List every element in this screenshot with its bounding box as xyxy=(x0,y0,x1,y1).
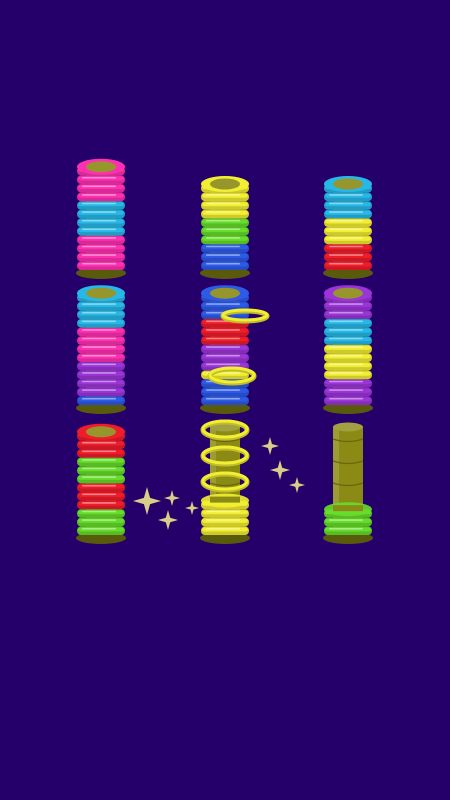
ring-cyan xyxy=(77,319,125,328)
ring-purple xyxy=(77,362,125,371)
ring-green xyxy=(77,517,125,527)
ring-pink xyxy=(77,344,125,354)
ring-blue xyxy=(201,396,249,405)
ring-pink xyxy=(77,175,125,184)
ring-purple xyxy=(324,310,372,319)
peg-top xyxy=(210,178,240,190)
ring-green xyxy=(201,218,249,227)
ring-cyan xyxy=(77,218,125,227)
ring-red xyxy=(77,500,125,510)
peg-top xyxy=(86,161,116,173)
ring-pink xyxy=(77,353,125,362)
ring-cyan xyxy=(77,201,125,210)
ring-yellow xyxy=(324,353,372,362)
ring-red xyxy=(77,492,125,501)
peg-top xyxy=(210,287,240,299)
ring-yellow xyxy=(201,517,249,527)
ring-green xyxy=(77,457,125,467)
ring-purple xyxy=(77,370,125,380)
ring-yellow xyxy=(201,209,249,219)
ring-green xyxy=(201,227,249,236)
ring-yellow xyxy=(201,201,249,210)
ring-pink xyxy=(77,192,125,202)
ring-cyan xyxy=(324,209,372,219)
peg-neck xyxy=(210,496,240,503)
ring-purple xyxy=(77,379,125,388)
peg-5[interactable] xyxy=(200,285,250,414)
ring-yellow xyxy=(324,362,372,371)
ring-red xyxy=(201,327,249,337)
ring-pink xyxy=(77,261,125,270)
peg-top xyxy=(86,426,116,438)
ring-pink xyxy=(77,327,125,337)
ring-red xyxy=(77,449,125,458)
peg-3[interactable] xyxy=(323,176,373,279)
ring-cyan xyxy=(77,301,125,311)
ring-blue xyxy=(201,387,249,397)
peg-top xyxy=(333,178,363,190)
ring-cyan xyxy=(324,327,372,337)
ring-green xyxy=(324,517,372,527)
ring-pink xyxy=(77,336,125,345)
ring-pink xyxy=(77,184,125,193)
ring-purple xyxy=(324,379,372,388)
peg-2[interactable] xyxy=(200,176,250,279)
ring-red xyxy=(324,252,372,262)
ring-pink xyxy=(77,235,125,245)
ring-cyan xyxy=(77,209,125,219)
peg-6[interactable] xyxy=(323,285,373,414)
ring-purple xyxy=(324,396,372,405)
ring-yellow xyxy=(324,218,372,227)
ring-red xyxy=(77,440,125,449)
ring-cyan xyxy=(324,336,372,345)
ring-cyan xyxy=(324,192,372,202)
ring-green xyxy=(77,466,125,475)
ring-green xyxy=(324,526,372,535)
ring-cyan xyxy=(324,201,372,210)
ring-green xyxy=(77,474,125,484)
ring-yellow xyxy=(201,192,249,202)
peg-neck xyxy=(333,505,363,512)
peg-1[interactable] xyxy=(76,158,126,279)
ring-cyan xyxy=(324,319,372,328)
ring-red xyxy=(201,336,249,345)
ring-yellow xyxy=(201,526,249,535)
ring-red xyxy=(77,483,125,492)
ring-pink xyxy=(77,244,125,253)
ring-purple xyxy=(77,387,125,397)
peg-4[interactable] xyxy=(76,285,126,414)
ring-yellow xyxy=(324,235,372,245)
ring-cyan xyxy=(77,310,125,319)
ring-yellow xyxy=(324,227,372,236)
ring-cyan xyxy=(77,227,125,236)
ring-blue xyxy=(201,261,249,270)
peg-7[interactable] xyxy=(76,423,126,544)
ring-purple xyxy=(201,353,249,362)
game-board xyxy=(0,0,450,800)
ring-pink xyxy=(77,252,125,262)
ring-blue xyxy=(201,244,249,253)
ring-green xyxy=(77,509,125,518)
ring-purple xyxy=(324,301,372,311)
peg-top xyxy=(86,287,116,299)
ring-purple xyxy=(201,344,249,354)
ring-yellow xyxy=(324,344,372,354)
ring-yellow xyxy=(201,509,249,518)
ring-purple xyxy=(324,387,372,397)
peg-top xyxy=(333,287,363,299)
ring-red xyxy=(324,244,372,253)
ring-green xyxy=(77,526,125,535)
ring-green xyxy=(201,235,249,245)
ring-yellow xyxy=(324,370,372,380)
ring-blue xyxy=(201,252,249,262)
ring-blue xyxy=(77,396,125,405)
ring-red xyxy=(324,261,372,270)
